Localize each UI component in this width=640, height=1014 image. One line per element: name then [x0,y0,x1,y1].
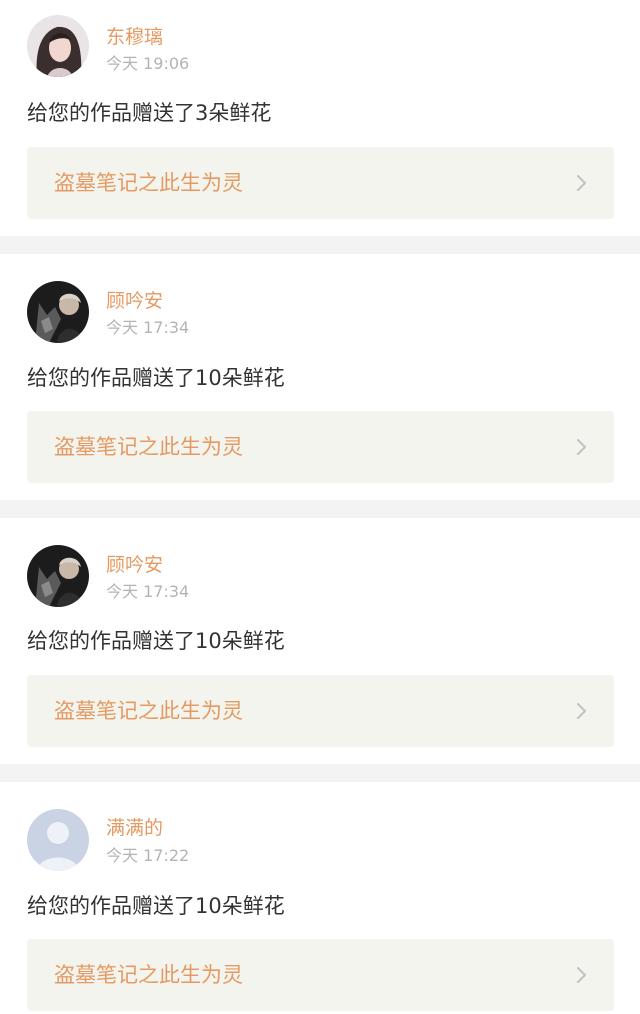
timestamp: 今天 19:06 [106,54,190,73]
work-title: 盗墓笔记之此生为灵 [54,435,243,459]
notification-card: 东穆璃 今天 19:06 给您的作品赠送了3朵鲜花 盗墓笔记之此生为灵 [0,0,640,236]
notification-message: 给您的作品赠送了10朵鲜花 [27,629,285,653]
wolf-portrait-icon [27,281,89,343]
user-avatar[interactable] [27,15,89,77]
notification-card: 顾吟安 今天 17:34 给您的作品赠送了10朵鲜花 盗墓笔记之此生为灵 [0,518,640,764]
chevron-right-icon [577,967,586,983]
chevron-right-icon [577,703,586,719]
work-link[interactable]: 盗墓笔记之此生为灵 [27,939,614,1011]
notification-message: 给您的作品赠送了3朵鲜花 [27,101,272,125]
timestamp: 今天 17:22 [106,846,190,865]
work-link[interactable]: 盗墓笔记之此生为灵 [27,147,614,219]
user-avatar[interactable] [27,809,89,871]
username[interactable]: 顾吟安 [106,289,163,313]
notification-card: 满满的 今天 17:22 给您的作品赠送了10朵鲜花 盗墓笔记之此生为灵 [0,782,640,1014]
work-link[interactable]: 盗墓笔记之此生为灵 [27,675,614,747]
chevron-right-icon [577,439,586,455]
work-title: 盗墓笔记之此生为灵 [54,963,243,987]
notification-feed: 东穆璃 今天 19:06 给您的作品赠送了3朵鲜花 盗墓笔记之此生为灵 顾吟安 … [0,0,640,1014]
work-link[interactable]: 盗墓笔记之此生为灵 [27,411,614,483]
notification-message: 给您的作品赠送了10朵鲜花 [27,366,285,390]
girl-portrait-icon [27,15,89,77]
username[interactable]: 东穆璃 [106,25,163,49]
user-avatar[interactable] [27,281,89,343]
user-avatar[interactable] [27,545,89,607]
default-user-icon [27,809,89,871]
notification-card: 顾吟安 今天 17:34 给您的作品赠送了10朵鲜花 盗墓笔记之此生为灵 [0,254,640,500]
timestamp: 今天 17:34 [106,318,190,337]
chevron-right-icon [577,175,586,191]
work-title: 盗墓笔记之此生为灵 [54,699,243,723]
username[interactable]: 满满的 [106,816,163,840]
wolf-portrait-icon [27,545,89,607]
work-title: 盗墓笔记之此生为灵 [54,171,243,195]
timestamp: 今天 17:34 [106,582,190,601]
notification-message: 给您的作品赠送了10朵鲜花 [27,894,285,918]
username[interactable]: 顾吟安 [106,553,163,577]
